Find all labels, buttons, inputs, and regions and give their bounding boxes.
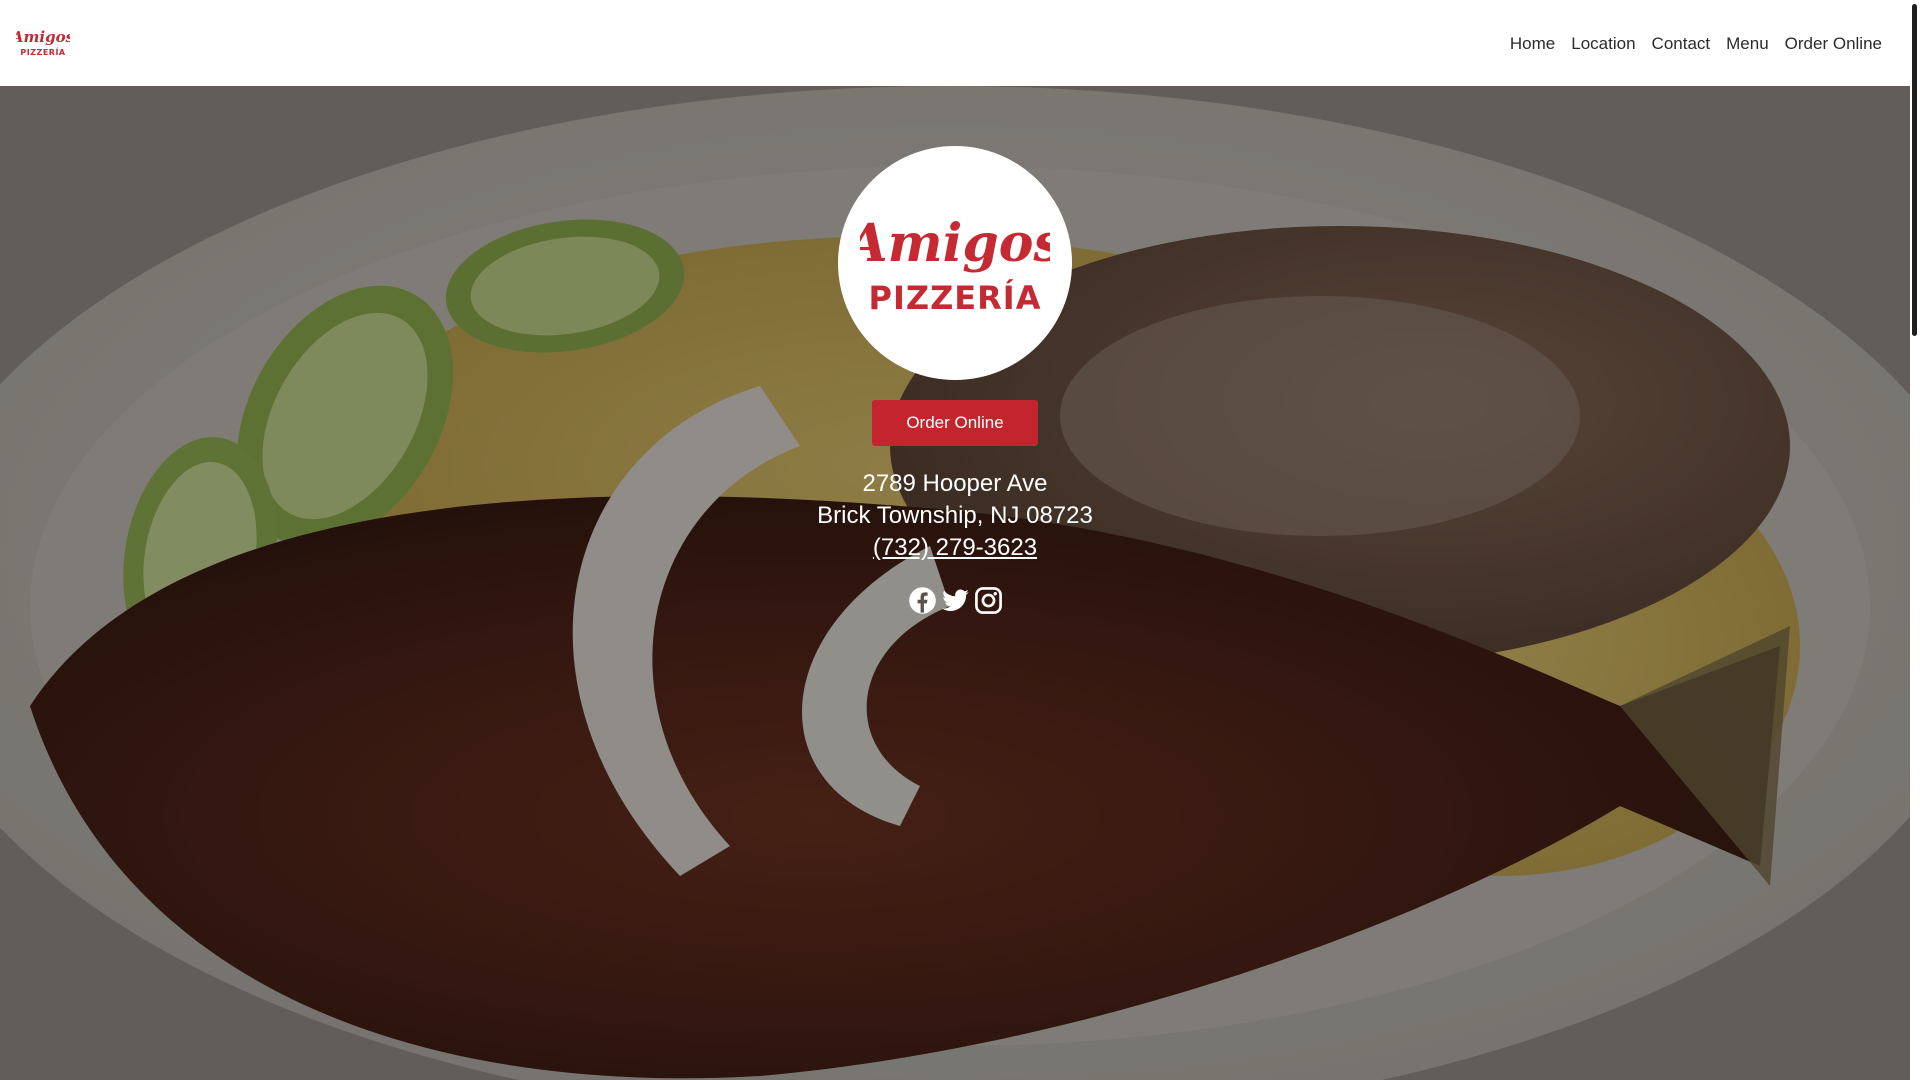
nav-location[interactable]: Location xyxy=(1563,29,1643,58)
facebook-icon[interactable] xyxy=(908,586,937,615)
brand-logo-word: Amigos xyxy=(860,213,1050,274)
site-header: Amigos PIZZERÍA Home Location Contact Me… xyxy=(0,0,1910,86)
viewport: Amigos PIZZERÍA Home Location Contact Me… xyxy=(0,0,1910,1080)
header-logo-subword: PIZZERÍA xyxy=(20,46,66,57)
nav-contact[interactable]: Contact xyxy=(1644,29,1719,58)
header-logo-word: Amigos xyxy=(16,28,70,46)
header-logo[interactable]: Amigos PIZZERÍA xyxy=(16,25,70,61)
brand-logo-subword: PIZZERÍA xyxy=(869,279,1042,317)
brand-logo: Amigos PIZZERÍA xyxy=(838,146,1072,380)
main-nav: Home Location Contact Menu Order Online xyxy=(1502,29,1890,58)
nav-home[interactable]: Home xyxy=(1502,29,1563,58)
phone-link[interactable]: (732) 279-3623 xyxy=(873,532,1037,564)
address-block: 2789 Hooper Ave Brick Township, NJ 08723… xyxy=(817,468,1093,564)
page: Amigos PIZZERÍA Home Location Contact Me… xyxy=(0,0,1920,1080)
header-logo-mark: Amigos PIZZERÍA xyxy=(16,28,70,57)
instagram-icon[interactable] xyxy=(974,586,1003,615)
nav-menu[interactable]: Menu xyxy=(1718,29,1777,58)
brand-logo-mark: Amigos PIZZERÍA xyxy=(860,213,1050,317)
hero-section: Amigos PIZZERÍA Order Online 2789 Hooper… xyxy=(0,86,1910,1080)
nav-order-online[interactable]: Order Online xyxy=(1777,29,1890,58)
order-online-button[interactable]: Order Online xyxy=(872,400,1038,446)
address-street: 2789 Hooper Ave xyxy=(862,470,1048,497)
twitter-icon[interactable] xyxy=(941,586,970,615)
hero-content: Amigos PIZZERÍA Order Online 2789 Hooper… xyxy=(0,146,1910,615)
page-scrollbar[interactable] xyxy=(1910,0,1920,1080)
social-links xyxy=(908,586,1003,615)
scrollbar-thumb[interactable] xyxy=(1912,4,1917,336)
address-city: Brick Township, NJ 08723 xyxy=(817,502,1093,529)
